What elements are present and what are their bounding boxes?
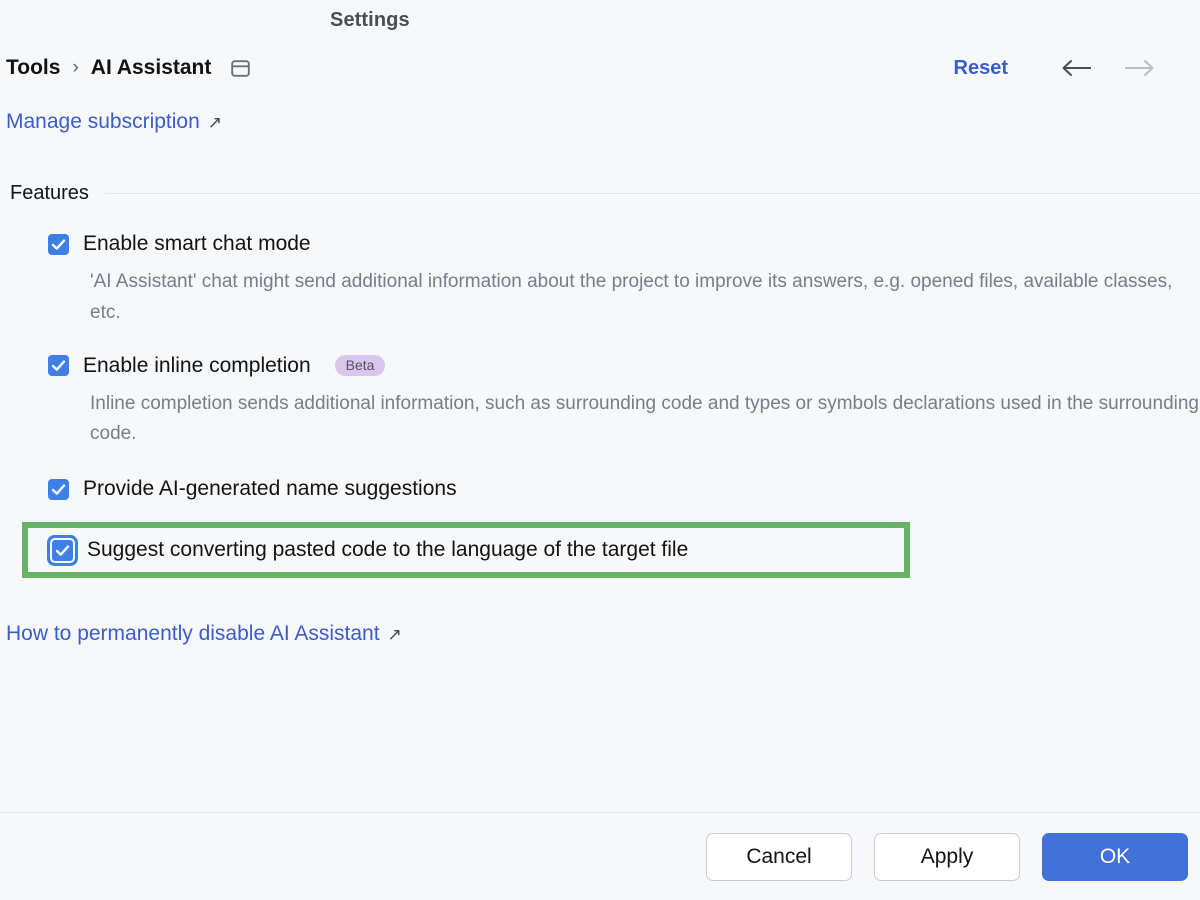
option-row-enable-smart-chat-mode[interactable]: Enable smart chat mode bbox=[48, 229, 1200, 259]
breadcrumb-row: Tools › AI Assistant Reset bbox=[0, 40, 1200, 96]
option-description-enable-smart-chat-mode: 'AI Assistant' chat might send additiona… bbox=[90, 271, 1173, 323]
dialog-footer: Cancel Apply OK bbox=[0, 812, 1200, 900]
features-section-header: Features bbox=[0, 182, 1200, 205]
option-label: Enable inline completion bbox=[83, 353, 311, 377]
arrow-right-icon[interactable] bbox=[1122, 58, 1156, 78]
checkbox-enable-smart-chat-mode[interactable] bbox=[48, 233, 69, 255]
apply-button[interactable]: Apply bbox=[874, 832, 1020, 881]
option-description-enable-inline-completion: Inline completion sends additional infor… bbox=[90, 392, 1199, 445]
beta-badge: Beta bbox=[334, 355, 386, 377]
checkbox-enable-inline-completion[interactable] bbox=[48, 355, 69, 377]
cancel-button[interactable]: Cancel bbox=[706, 832, 852, 881]
highlight-annotation-box: Suggest converting pasted code to the la… bbox=[22, 522, 910, 579]
window-title: Settings bbox=[330, 8, 410, 31]
option-label: Suggest converting pasted code to the la… bbox=[87, 538, 689, 562]
checkbox-provide-ai-generated-name-suggestions[interactable] bbox=[48, 478, 69, 500]
window-titlebar: Settings bbox=[0, 0, 1200, 40]
external-link-icon: ↗ bbox=[207, 112, 223, 132]
features-option-list: Enable smart chat mode 'AI Assistant' ch… bbox=[0, 229, 1200, 579]
manage-subscription-row: Manage subscription ↗ bbox=[0, 110, 1200, 134]
how-to-disable-row: How to permanently disable AI Assistant … bbox=[0, 622, 1200, 646]
history-navigation bbox=[1060, 58, 1156, 78]
how-to-disable-link[interactable]: How to permanently disable AI Assistant bbox=[6, 622, 380, 646]
option-label: Enable smart chat mode bbox=[83, 232, 311, 255]
option-row-enable-inline-completion[interactable]: Enable inline completion Beta bbox=[48, 351, 1200, 381]
option-row-provide-ai-generated-name-suggestions[interactable]: Provide AI-generated name suggestions bbox=[48, 474, 1200, 504]
manage-subscription-link[interactable]: Manage subscription bbox=[6, 110, 200, 134]
breadcrumb-item-tools[interactable]: Tools bbox=[6, 56, 60, 80]
option-label: Provide AI-generated name suggestions bbox=[83, 477, 457, 501]
breadcrumb-separator-icon: › bbox=[72, 57, 79, 78]
arrow-left-icon[interactable] bbox=[1060, 58, 1094, 78]
checkbox-suggest-converting-pasted-code[interactable] bbox=[52, 539, 73, 561]
external-link-icon: ↗ bbox=[387, 624, 402, 644]
section-divider bbox=[104, 193, 1200, 194]
reset-button[interactable]: Reset bbox=[954, 57, 1008, 80]
breadcrumb-item-ai-assistant[interactable]: AI Assistant bbox=[91, 56, 212, 80]
breadcrumb: Tools › AI Assistant bbox=[6, 56, 251, 80]
features-section-label: Features bbox=[10, 182, 89, 204]
window-panel-icon bbox=[231, 59, 251, 77]
ok-button[interactable]: OK bbox=[1042, 832, 1188, 881]
